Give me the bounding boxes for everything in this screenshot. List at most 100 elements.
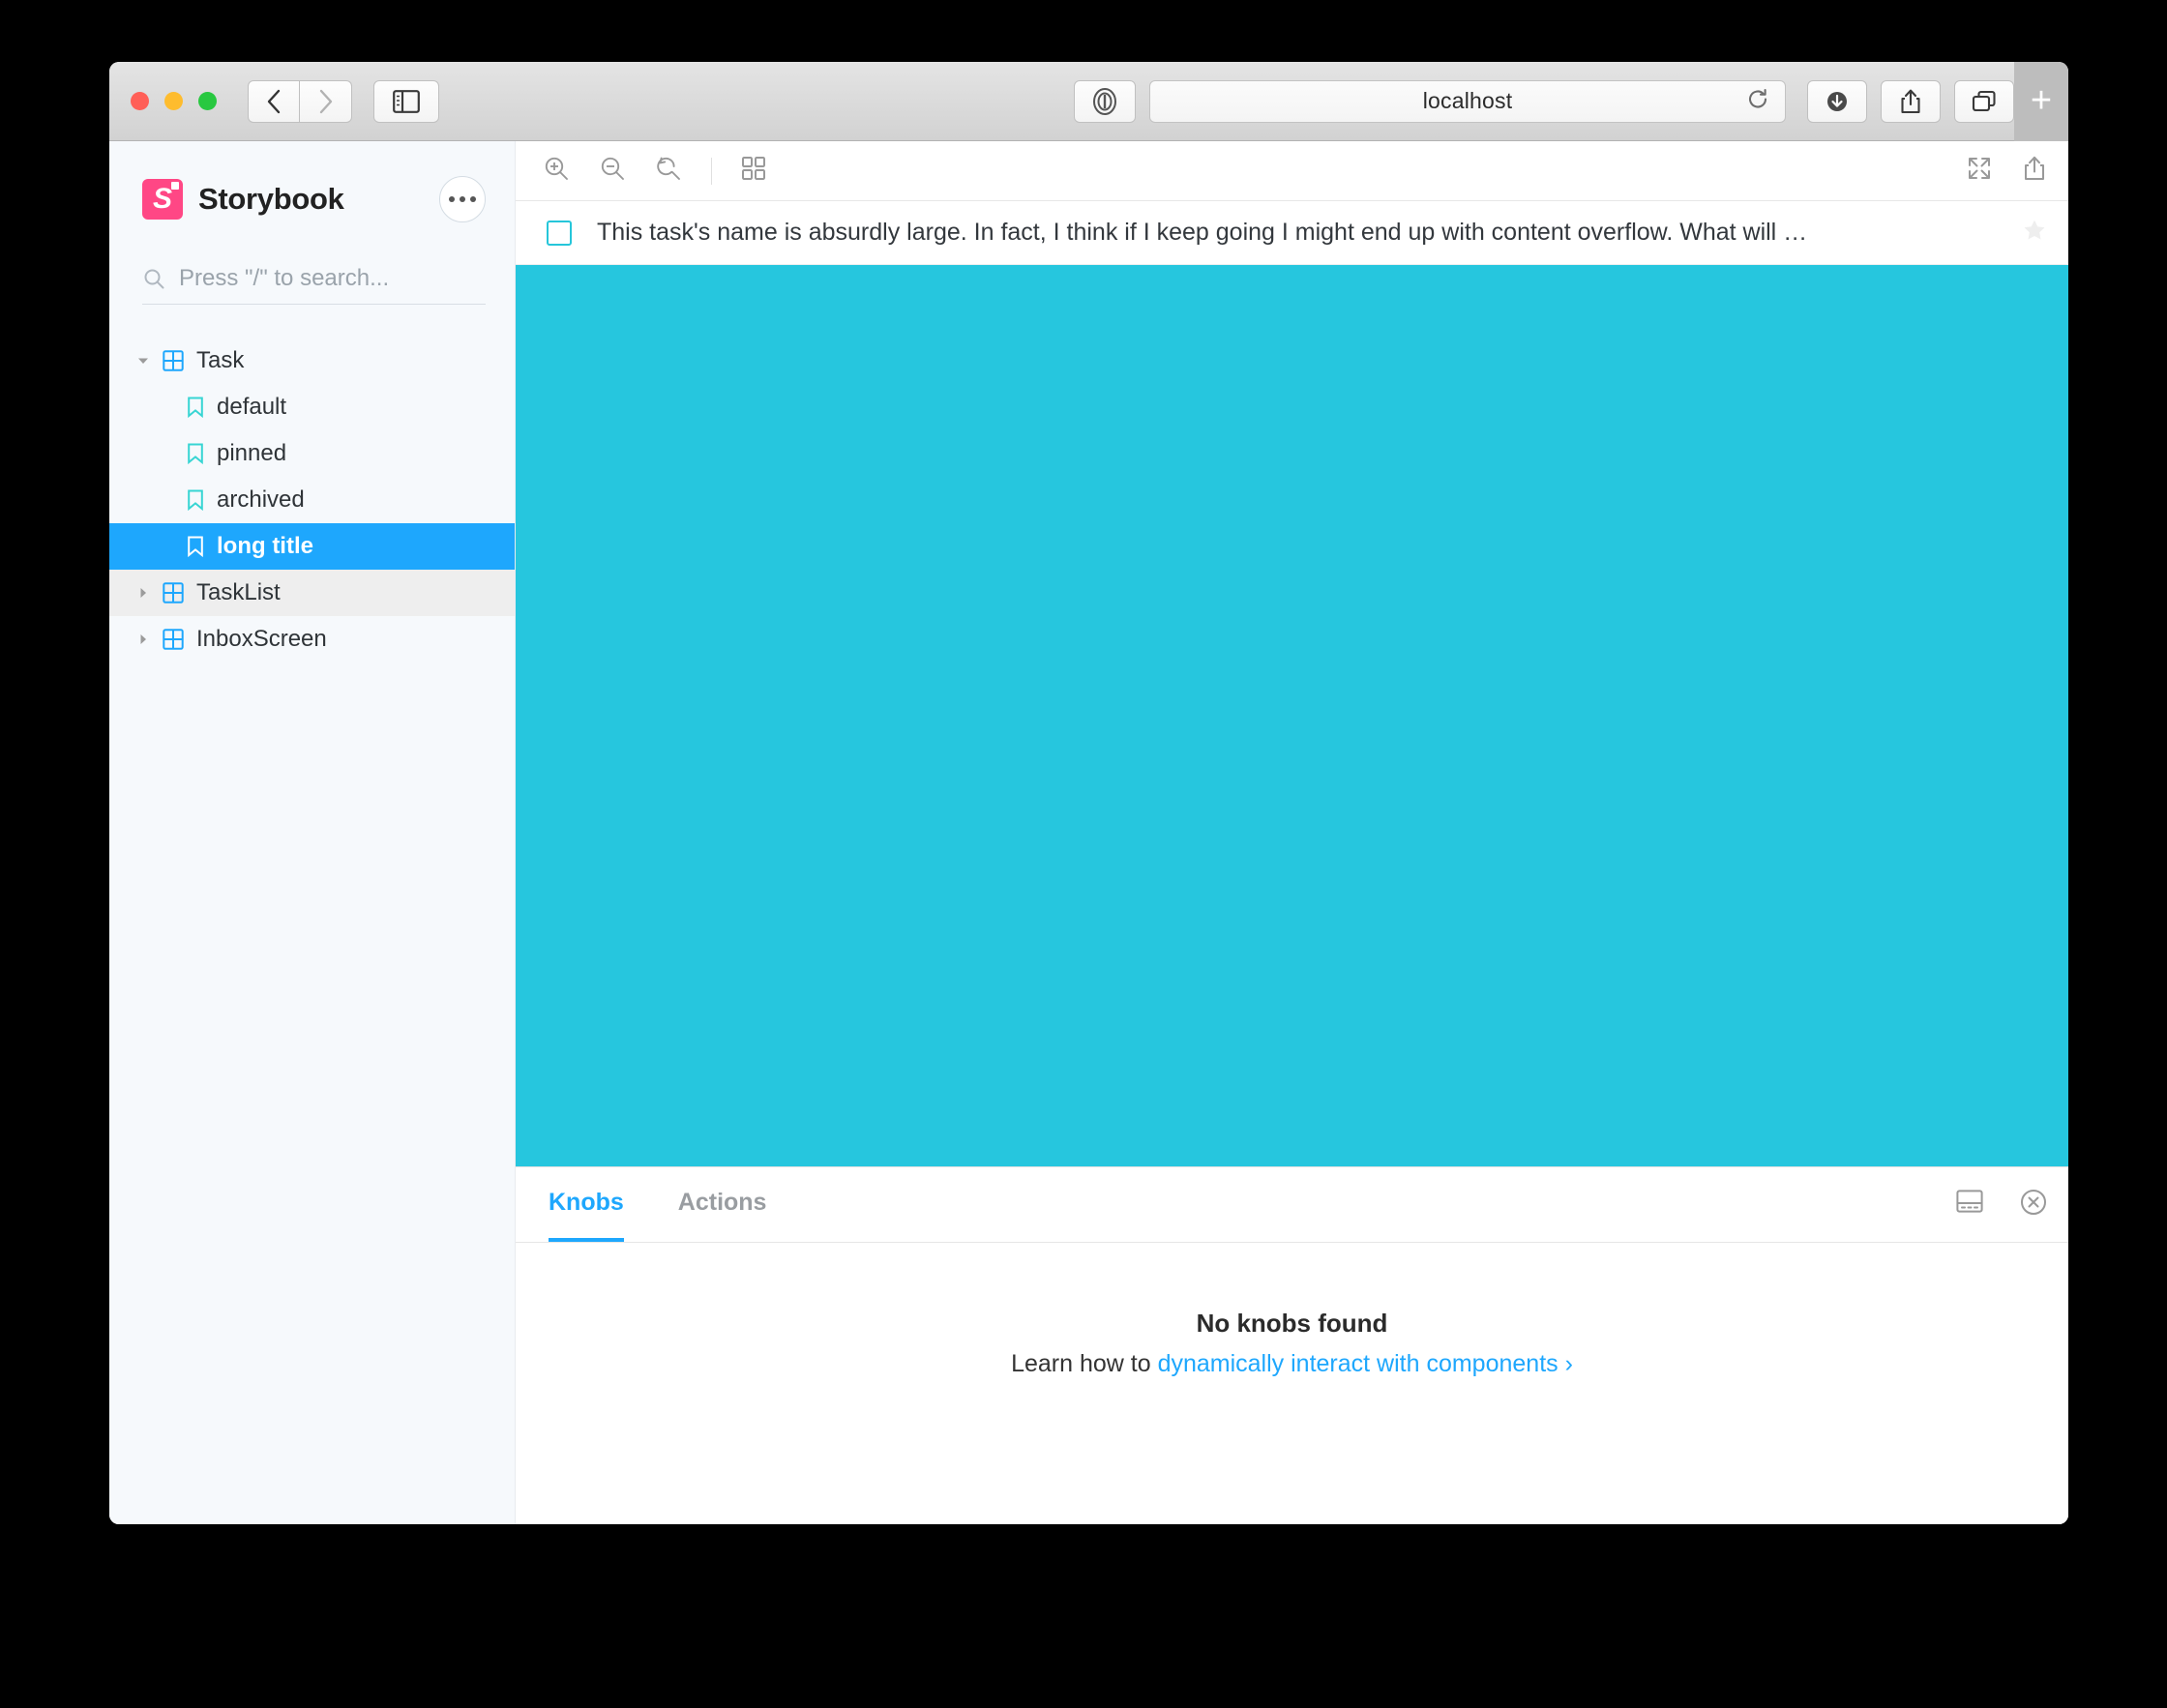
component-icon: [163, 629, 184, 650]
task-checkbox[interactable]: [547, 220, 572, 246]
star-icon: [2024, 220, 2045, 240]
caret-down-icon[interactable]: [136, 354, 150, 368]
share-icon: [1901, 89, 1920, 113]
browser-titlebar: localhost +: [109, 62, 2068, 141]
caret-right-icon[interactable]: [136, 586, 150, 600]
share-button[interactable]: [1881, 79, 1941, 123]
task-star-button[interactable]: [2022, 218, 2047, 248]
tree-item-label: Task: [196, 347, 245, 373]
browser-right-tools: [1807, 79, 2014, 123]
brand-name: Storybook: [198, 182, 344, 216]
tree-item-long-title[interactable]: long title: [109, 523, 515, 570]
search-placeholder: Press "/" to search...: [179, 265, 390, 291]
knobs-docs-link[interactable]: dynamically interact with components ›: [1158, 1350, 1573, 1377]
tree-item-default[interactable]: default: [109, 384, 515, 430]
story-bookmark-icon: [188, 397, 203, 418]
storybook-sidebar: S Storybook Press "/" to search... Task …: [109, 141, 516, 1524]
forward-button[interactable]: [300, 79, 352, 123]
addon-tab-bar: Knobs Actions: [516, 1167, 2068, 1243]
zoom-out-button[interactable]: [599, 155, 626, 187]
storybook-logo-icon: S: [142, 179, 183, 220]
component-icon: [163, 582, 184, 604]
tree-item-archived[interactable]: archived: [109, 477, 515, 523]
tree-item-label: archived: [217, 486, 305, 513]
sidebar-header: S Storybook: [109, 168, 515, 230]
window-traffic-lights: [131, 92, 217, 110]
close-window-button[interactable]: [131, 92, 149, 110]
back-button[interactable]: [248, 79, 300, 123]
chevron-left-icon: [267, 89, 281, 113]
sidebar-icon: [393, 89, 420, 113]
search-icon: [144, 269, 164, 289]
search-input[interactable]: Press "/" to search...: [142, 265, 486, 305]
sidebar-toggle-button[interactable]: [373, 79, 439, 123]
story-bookmark-icon: [188, 443, 203, 464]
panel-position-icon: [1956, 1190, 1983, 1213]
tree-item-task[interactable]: Task: [109, 338, 515, 384]
url-text: localhost: [1422, 88, 1513, 113]
zoom-in-icon: [545, 157, 568, 180]
tree-item-pinned[interactable]: pinned: [109, 430, 515, 477]
dot-icon: [470, 196, 476, 202]
url-field[interactable]: localhost: [1149, 79, 1786, 123]
tab-overview-button[interactable]: [1954, 79, 2014, 123]
reader-icon: [1093, 87, 1116, 115]
toolbar-divider: [711, 157, 712, 185]
tab-actions[interactable]: Actions: [678, 1167, 767, 1242]
brand[interactable]: S Storybook: [142, 179, 344, 220]
close-circle-icon: [2021, 1190, 2046, 1215]
task-item: This task's name is absurdly large. In f…: [516, 201, 2068, 265]
new-tab-label: +: [2030, 80, 2053, 121]
backgrounds-grid-button[interactable]: [741, 156, 766, 186]
share-icon: [2025, 156, 2044, 180]
addon-panel-actions: [1956, 1189, 2047, 1221]
empty-state-title: No knobs found: [1196, 1309, 1388, 1338]
grid-icon: [742, 157, 765, 180]
tab-knobs[interactable]: Knobs: [549, 1167, 624, 1242]
component-icon: [163, 350, 184, 371]
zoom-out-icon: [601, 157, 624, 180]
reader-view-button[interactable]: [1074, 79, 1136, 123]
reload-icon: [1748, 88, 1767, 107]
story-canvas: [516, 265, 2068, 1166]
tree-item-label: TaskList: [196, 579, 281, 605]
navigation-buttons: [248, 79, 352, 123]
main-column: This task's name is absurdly large. In f…: [516, 141, 2068, 1524]
task-title: This task's name is absurdly large. In f…: [597, 219, 1808, 246]
empty-state-subtitle: Learn how to dynamically interact with c…: [1011, 1350, 1573, 1378]
dot-icon: [460, 196, 465, 202]
more-menu-button[interactable]: [439, 176, 486, 222]
chevron-right-icon: [319, 89, 332, 113]
caret-right-icon[interactable]: [136, 633, 150, 646]
download-icon: [1827, 91, 1847, 111]
addons-panel: Knobs Actions No knobs found Learn how t…: [516, 1166, 2068, 1524]
tab-overview-icon: [1972, 90, 1996, 111]
minimize-window-button[interactable]: [164, 92, 183, 110]
expand-icon: [1969, 158, 1990, 179]
empty-state-prefix: Learn how to: [1011, 1350, 1158, 1377]
panel-position-button[interactable]: [1956, 1189, 1983, 1221]
tree-item-label: pinned: [217, 440, 287, 466]
downloads-button[interactable]: [1807, 79, 1867, 123]
reload-button[interactable]: [1746, 87, 1769, 115]
story-bookmark-icon: [188, 489, 203, 511]
tree-item-tasklist[interactable]: TaskList: [109, 570, 515, 616]
fullscreen-button[interactable]: [1966, 155, 1993, 187]
open-in-new-button[interactable]: [2022, 155, 2047, 187]
dot-icon: [449, 196, 455, 202]
close-panel-button[interactable]: [2020, 1189, 2047, 1221]
addon-empty-state: No knobs found Learn how to dynamically …: [516, 1243, 2068, 1524]
zoom-reset-button[interactable]: [655, 155, 682, 187]
tree-item-label: default: [217, 394, 287, 420]
zoom-window-button[interactable]: [198, 92, 217, 110]
preview-toolbar: [516, 141, 2068, 201]
tree-item-label: long title: [217, 533, 313, 559]
story-tree: Task default pinned archived long title …: [109, 338, 515, 663]
storybook-app: S Storybook Press "/" to search... Task …: [109, 141, 2068, 1524]
zoom-in-button[interactable]: [543, 155, 570, 187]
browser-window: localhost + S Storybook Press "/" to sea…: [109, 62, 2068, 1524]
tree-item-label: InboxScreen: [196, 626, 327, 652]
tree-item-inboxscreen[interactable]: InboxScreen: [109, 616, 515, 663]
new-tab-button[interactable]: +: [2014, 62, 2068, 141]
zoom-reset-icon: [657, 157, 680, 180]
